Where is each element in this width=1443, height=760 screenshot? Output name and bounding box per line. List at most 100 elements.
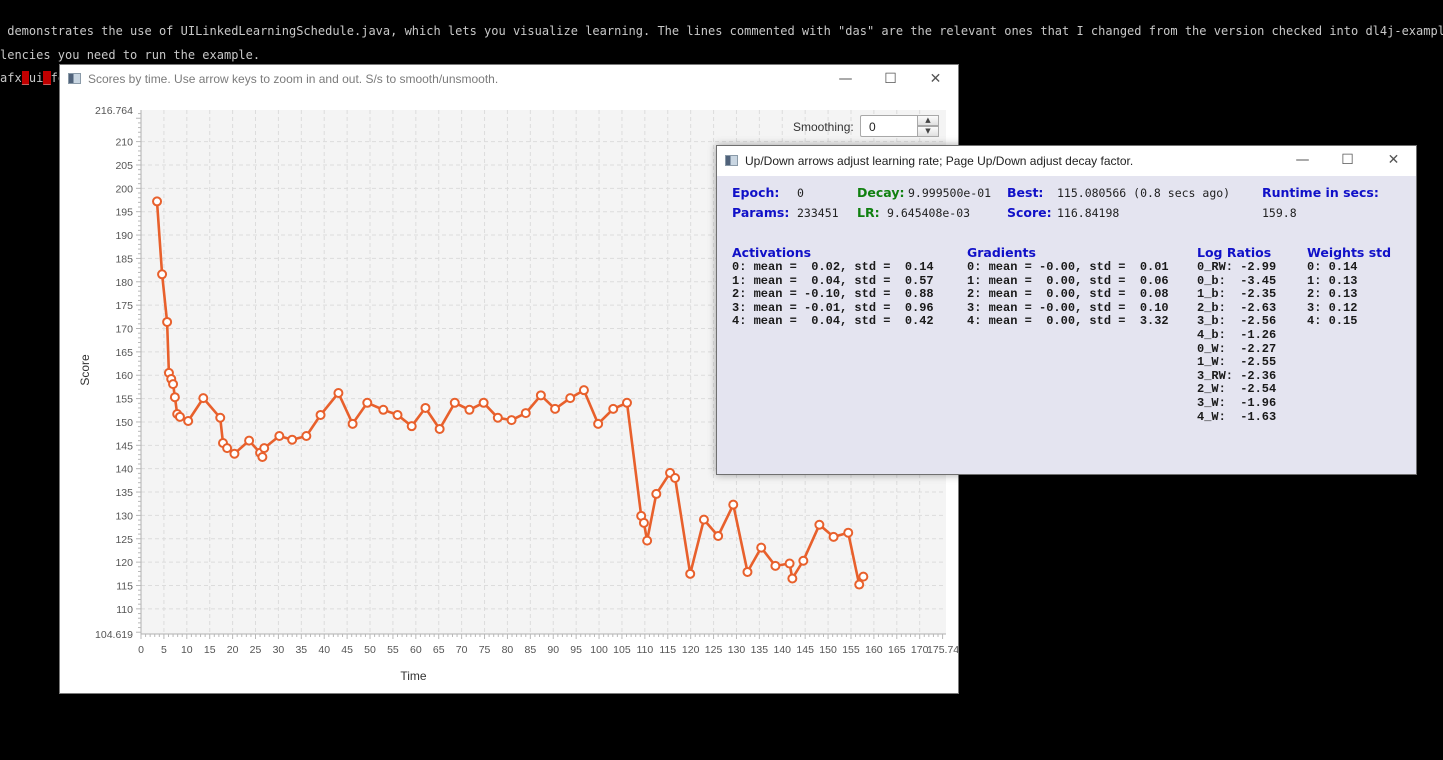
y-tick-label: 145 <box>115 440 133 452</box>
java-app-icon <box>68 73 81 84</box>
data-point <box>168 379 179 390</box>
chart-window-titlebar[interactable]: Scores by time. Use arrow keys to zoom i… <box>60 65 958 93</box>
y-tick-label: 170 <box>115 324 133 336</box>
log-ratio-row: 4_W: -1.63 <box>1197 409 1277 424</box>
console-prompt: afx_ui_fo <box>0 71 65 85</box>
data-point <box>565 393 576 404</box>
log-ratios-title: Log Ratios <box>1197 245 1272 260</box>
y-tick-label: 110 <box>116 604 133 616</box>
console-highlight: _ <box>21 71 29 85</box>
data-point <box>434 423 445 434</box>
y-tick-label: 155 <box>115 394 133 406</box>
stats-window-titlebar[interactable]: Up/Down arrows adjust learning rate; Pag… <box>717 146 1416 176</box>
data-point <box>854 579 865 590</box>
score-value: 116.84198 <box>1057 206 1120 220</box>
weights-std-row: 3: 0.12 <box>1307 300 1358 315</box>
data-point <box>787 573 798 584</box>
smoothing-decrement-button[interactable]: ▼ <box>917 126 939 137</box>
y-tick-label: 205 <box>115 160 133 172</box>
decay-value: 9.999500e-01 <box>908 186 992 200</box>
data-point <box>713 530 724 541</box>
gradient-row: 3: mean = -0.00, std = 0.10 <box>967 300 1169 315</box>
data-point <box>843 527 854 538</box>
smoothing-increment-button[interactable]: ▲ <box>917 115 939 126</box>
data-point <box>259 443 270 454</box>
data-point <box>742 566 753 577</box>
minimize-button[interactable]: — <box>823 65 868 93</box>
epoch-label: Epoch: <box>732 185 780 200</box>
log-ratio-row: 1_b: -2.35 <box>1197 287 1277 302</box>
data-point <box>215 412 226 423</box>
activation-row: 3: mean = -0.01, std = 0.96 <box>732 300 934 315</box>
smoothing-input[interactable]: 0 <box>860 115 918 137</box>
data-point <box>642 535 653 546</box>
score-label: Score: <box>1007 205 1052 220</box>
data-point <box>492 412 503 423</box>
x-tick-label: 160 <box>865 644 883 656</box>
log-ratio-row: 3_RW: -2.36 <box>1197 368 1277 383</box>
data-point <box>506 415 517 426</box>
data-point <box>162 316 173 327</box>
x-tick-label: 170 <box>911 644 929 656</box>
runtime-value: 159.8 <box>1262 206 1297 220</box>
data-point <box>814 519 825 530</box>
log-ratio-row: 0_RW: -2.99 <box>1197 260 1277 274</box>
data-point <box>169 392 180 403</box>
y-tick-label: 210 <box>115 137 133 149</box>
x-tick-label: 25 <box>250 644 262 656</box>
minimize-button[interactable]: — <box>1280 146 1325 174</box>
data-point <box>578 385 589 396</box>
data-point <box>244 435 255 446</box>
data-point <box>698 514 709 525</box>
gradient-row: 1: mean = 0.00, std = 0.06 <box>967 273 1169 288</box>
x-tick-label: 45 <box>341 644 353 656</box>
data-point <box>608 403 619 414</box>
data-point <box>378 404 389 415</box>
y-tick-label: 190 <box>115 230 133 242</box>
x-tick-label: 105 <box>613 644 631 656</box>
stats-window[interactable]: Up/Down arrows adjust learning rate; Pag… <box>716 145 1417 475</box>
maximize-button[interactable]: ☐ <box>1325 146 1370 174</box>
epoch-value: 0 <box>797 186 804 200</box>
data-point <box>756 542 767 553</box>
console-prompt-part: ui <box>28 71 44 85</box>
x-tick-label: 40 <box>318 644 330 656</box>
lr-value: 9.645408e-03 <box>887 206 971 220</box>
x-tick-label: 15 <box>204 644 216 656</box>
data-point <box>152 196 163 207</box>
log-ratio-row: 3_b: -2.56 <box>1197 314 1277 329</box>
activation-row: 4: mean = 0.04, std = 0.42 <box>732 314 934 329</box>
log-ratio-row: 3_W: -1.96 <box>1197 395 1277 410</box>
data-point <box>685 568 696 579</box>
y-tick-label: 216.764 <box>95 105 133 117</box>
gradient-row: 2: mean = 0.00, std = 0.08 <box>967 287 1169 302</box>
x-tick-label: 155 <box>842 644 860 656</box>
weights-std-row: 1: 0.13 <box>1307 273 1358 288</box>
maximize-button[interactable]: ☐ <box>868 65 913 93</box>
chart-window-title: Scores by time. Use arrow keys to zoom i… <box>88 72 499 86</box>
data-point <box>728 499 739 510</box>
close-button[interactable]: ✕ <box>913 65 958 93</box>
data-point <box>651 488 662 499</box>
weights-std-row: 0: 0.14 <box>1307 260 1358 274</box>
x-tick-label: 135 <box>751 644 769 656</box>
data-point <box>449 397 460 408</box>
stats-window-title: Up/Down arrows adjust learning rate; Pag… <box>745 154 1134 168</box>
lr-label: LR: <box>857 205 880 220</box>
decay-label: Decay: <box>857 185 905 200</box>
y-tick-label: 130 <box>115 510 133 522</box>
close-button[interactable]: ✕ <box>1371 146 1416 174</box>
data-point <box>229 448 240 459</box>
log-ratio-row: 0_W: -2.27 <box>1197 341 1277 356</box>
y-tick-label: 175 <box>115 300 133 312</box>
console-line-1: demonstrates the use of UILinkedLearning… <box>0 24 1443 38</box>
data-point <box>174 411 185 422</box>
console-highlight: _ <box>43 71 51 85</box>
x-tick-label: 5 <box>161 644 167 656</box>
best-label: Best: <box>1007 185 1044 200</box>
data-point <box>301 430 312 441</box>
y-tick-label: 104.619 <box>95 629 133 641</box>
gradients-list: 0: mean = -0.00, std = 0.01 1: mean = 0.0… <box>967 260 1169 329</box>
x-tick-label: 130 <box>728 644 746 656</box>
x-tick-label: 0 <box>138 644 144 656</box>
